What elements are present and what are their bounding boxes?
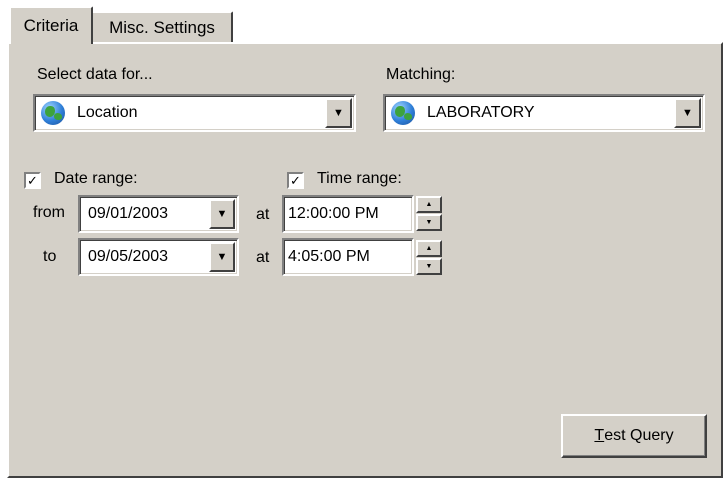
matching-dropdown-button[interactable]: ▼ xyxy=(674,98,701,128)
to-time-input[interactable]: 4:05:00 PM xyxy=(282,238,414,276)
from-time-spin-down[interactable]: ▼ xyxy=(416,214,442,231)
chevron-down-icon: ▼ xyxy=(216,250,228,263)
arrow-down-icon: ▼ xyxy=(425,263,433,270)
from-at-label: at xyxy=(256,206,270,223)
to-time-value: 4:05:00 PM xyxy=(288,248,370,265)
to-date-value: 09/05/2003 xyxy=(88,248,169,265)
test-query-label: est Query xyxy=(604,427,674,444)
from-date-value: 09/01/2003 xyxy=(88,205,169,222)
from-label: from xyxy=(33,204,65,221)
checkmark-icon: ✓ xyxy=(27,173,38,188)
arrow-up-icon: ▲ xyxy=(425,245,433,252)
select-data-label: Select data for... xyxy=(37,66,153,83)
from-date-dropdown-button[interactable]: ▼ xyxy=(209,199,235,229)
chevron-down-icon: ▼ xyxy=(333,106,344,119)
chevron-down-icon: ▼ xyxy=(216,207,228,220)
globe-icon xyxy=(391,101,415,125)
arrow-up-icon: ▲ xyxy=(425,201,433,208)
from-time-value: 12:00:00 PM xyxy=(288,205,379,222)
test-query-accel: T xyxy=(594,427,605,444)
time-range-checkbox[interactable]: ✓ xyxy=(287,172,304,189)
to-at-label: at xyxy=(256,249,270,266)
select-data-dropdown-button[interactable]: ▼ xyxy=(325,98,352,128)
matching-value: LABORATORY xyxy=(427,104,535,121)
to-date-dropdown-button[interactable]: ▼ xyxy=(209,242,235,272)
chevron-down-icon: ▼ xyxy=(682,106,693,119)
to-time-spin-down[interactable]: ▼ xyxy=(416,258,442,275)
select-data-dropdown[interactable]: Location ▼ xyxy=(33,94,356,132)
test-query-button[interactable]: Test Query xyxy=(561,414,707,458)
globe-icon xyxy=(41,101,65,125)
to-label: to xyxy=(43,248,57,265)
from-time-spin-up[interactable]: ▲ xyxy=(416,196,442,213)
arrow-down-icon: ▼ xyxy=(425,219,433,226)
select-data-value: Location xyxy=(77,104,138,121)
from-time-input[interactable]: 12:00:00 PM xyxy=(282,195,414,233)
date-range-label: Date range: xyxy=(54,170,138,187)
date-range-checkbox[interactable]: ✓ xyxy=(24,172,41,189)
from-date-picker[interactable]: 09/01/2003 ▼ xyxy=(78,195,239,233)
checkmark-icon: ✓ xyxy=(290,173,301,188)
time-range-label: Time range: xyxy=(317,170,402,187)
matching-label: Matching: xyxy=(386,66,456,83)
to-time-spin-up[interactable]: ▲ xyxy=(416,240,442,257)
matching-dropdown[interactable]: LABORATORY ▼ xyxy=(383,94,705,132)
to-date-picker[interactable]: 09/05/2003 ▼ xyxy=(78,238,239,276)
